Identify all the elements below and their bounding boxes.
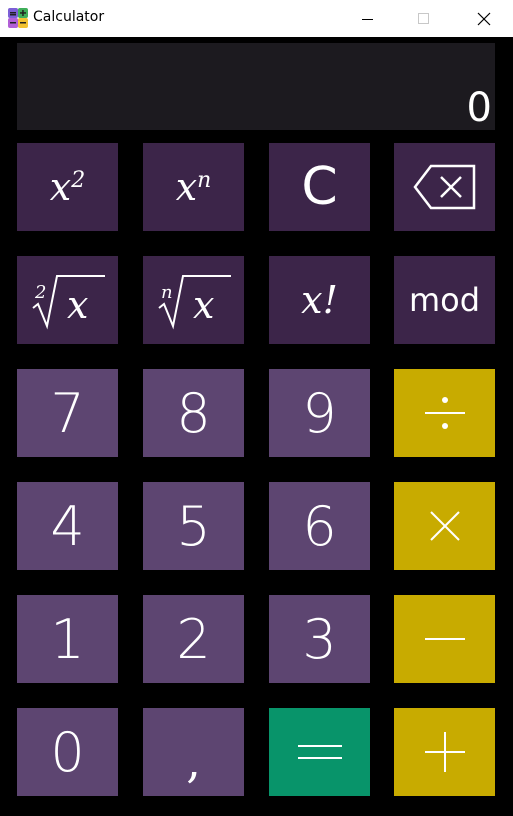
digit-6-label: 6	[302, 494, 337, 558]
digit-3-button[interactable]: 3	[269, 595, 370, 683]
digit-9-label: 9	[302, 381, 337, 445]
title-bar: Calculator	[0, 0, 513, 37]
divide-button[interactable]	[394, 369, 495, 457]
nth-root-radicand: x	[193, 283, 214, 327]
digit-6-button[interactable]: 6	[269, 482, 370, 570]
digit-8-label: 8	[176, 381, 211, 445]
close-icon	[477, 12, 491, 25]
maximize-icon	[418, 12, 429, 24]
add-button[interactable]	[394, 708, 495, 796]
square-root-button[interactable]: 2 x	[17, 256, 118, 344]
digit-4-button[interactable]: 4	[17, 482, 118, 570]
digit-1-label: 1	[50, 607, 85, 671]
digit-3-label: 3	[302, 607, 337, 671]
factorial-label: x!	[301, 278, 338, 322]
window-title: Calculator	[33, 9, 105, 25]
maximize-button[interactable]	[396, 0, 452, 37]
minimize-button[interactable]	[340, 0, 396, 37]
clear-label: C	[301, 157, 338, 217]
digit-8-button[interactable]: 8	[143, 369, 244, 457]
digit-2-button[interactable]: 2	[143, 595, 244, 683]
power-button[interactable]: xn	[143, 143, 244, 231]
digit-0-label: 0	[50, 720, 85, 784]
digit-7-button[interactable]: 7	[17, 369, 118, 457]
subtract-button[interactable]	[394, 595, 495, 683]
clear-button[interactable]: C	[269, 143, 370, 231]
digit-4-label: 4	[50, 494, 85, 558]
digit-5-label: 5	[176, 494, 211, 558]
digit-2-label: 2	[176, 607, 211, 671]
digit-7-label: 7	[50, 381, 85, 445]
modulo-label: mod	[408, 281, 481, 319]
nth-root-button[interactable]: n x	[143, 256, 244, 344]
multiply-button[interactable]	[394, 482, 495, 570]
digit-0-button[interactable]: 0	[17, 708, 118, 796]
power-base: x	[175, 165, 198, 209]
equals-icon	[297, 745, 342, 759]
digit-9-button[interactable]: 9	[269, 369, 370, 457]
digit-5-button[interactable]: 5	[143, 482, 244, 570]
calculator-app-icon	[8, 8, 28, 28]
sqrt-index: 2	[34, 282, 46, 303]
digit-1-button[interactable]: 1	[17, 595, 118, 683]
display-value: 0	[466, 85, 492, 131]
divide-icon	[424, 397, 465, 429]
equals-button[interactable]	[269, 708, 370, 796]
factorial-button[interactable]: x!	[269, 256, 370, 344]
multiply-icon	[429, 511, 460, 541]
square-button[interactable]: x2	[17, 143, 118, 231]
decimal-comma-button[interactable]: ,	[143, 708, 244, 796]
nth-root-index: n	[161, 282, 173, 303]
minimize-icon	[362, 18, 373, 20]
result-display: 0	[17, 43, 495, 130]
sqrt-radicand: x	[67, 283, 88, 327]
backspace-button[interactable]	[394, 143, 495, 231]
backspace-icon	[412, 164, 475, 210]
comma-label: ,	[186, 734, 201, 788]
modulo-button[interactable]: mod	[394, 256, 495, 344]
close-button[interactable]	[456, 0, 512, 37]
square-root-icon: 2 x	[31, 275, 105, 330]
square-base: x	[49, 165, 72, 209]
minus-icon	[424, 638, 465, 640]
plus-icon	[424, 732, 465, 772]
nth-root-icon: n x	[157, 275, 231, 330]
